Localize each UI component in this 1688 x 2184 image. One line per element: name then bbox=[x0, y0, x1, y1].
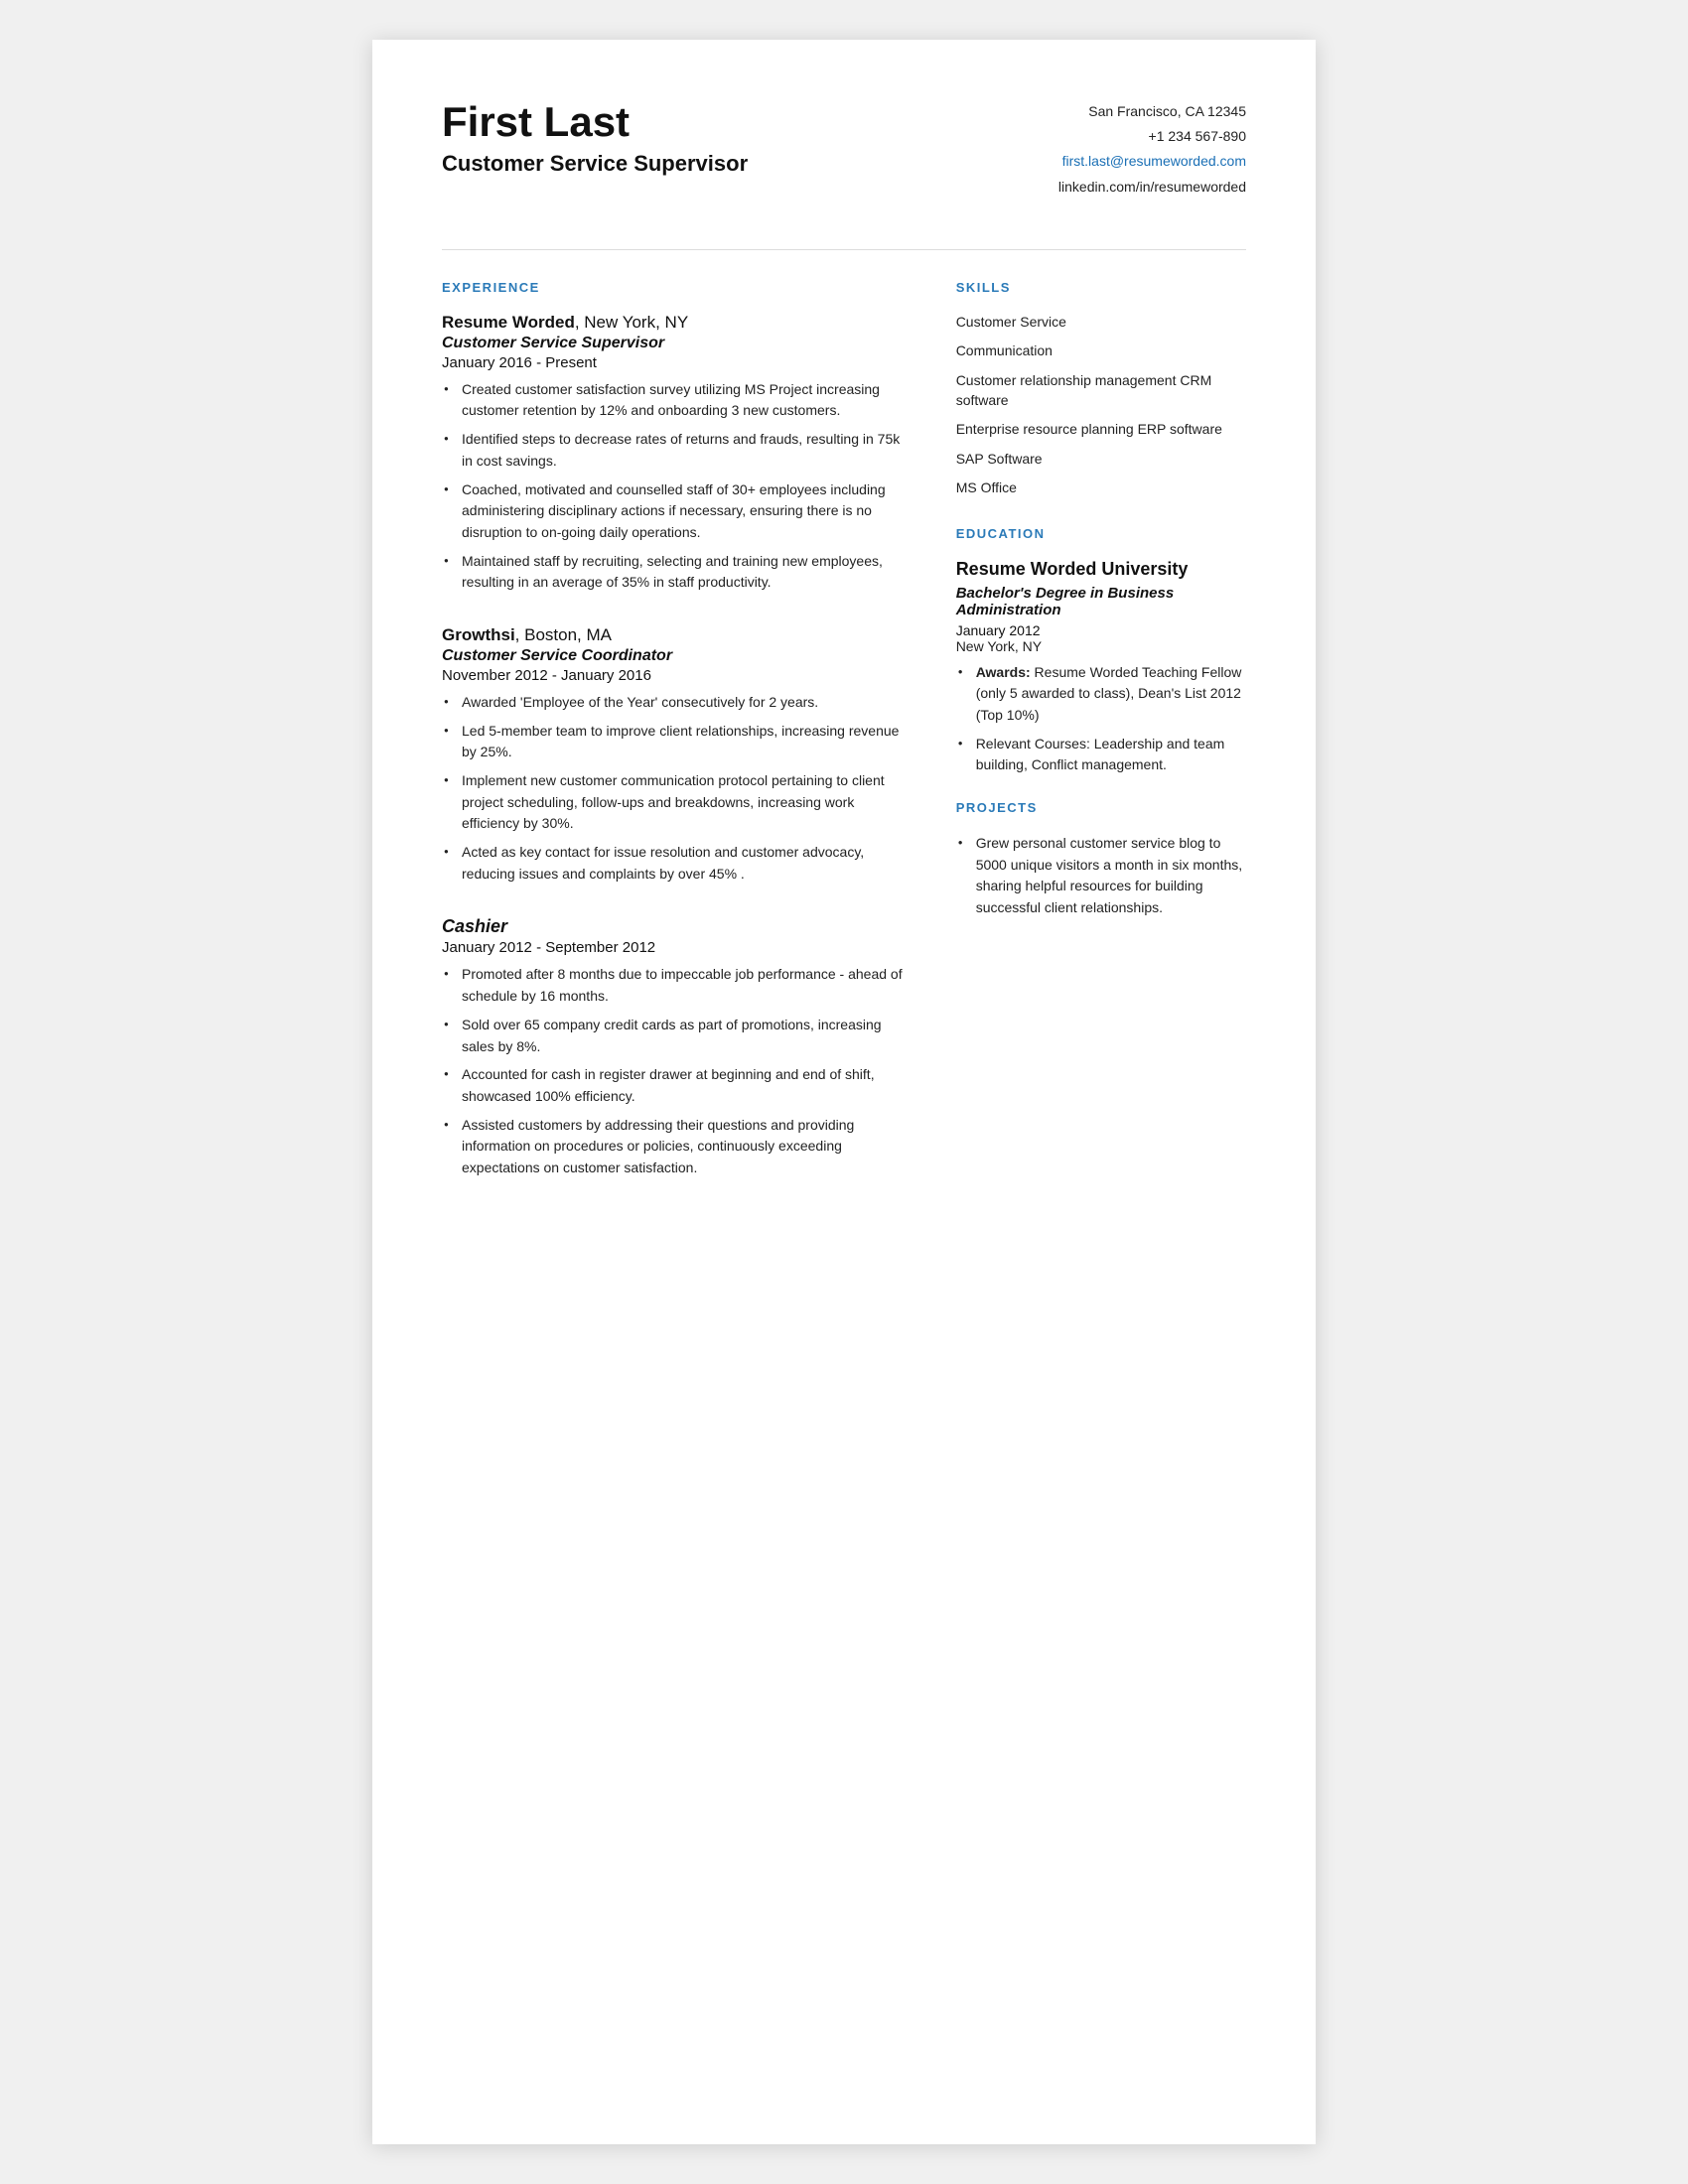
skill-item: MS Office bbox=[956, 478, 1246, 498]
linkedin: linkedin.com/in/resumeworded bbox=[1058, 175, 1246, 200]
role-2: Customer Service Coordinator bbox=[442, 647, 907, 665]
skill-item: Communication bbox=[956, 341, 1246, 361]
edu-bullets: Awards: Resume Worded Teaching Fellow (o… bbox=[956, 662, 1246, 776]
applicant-title: Customer Service Supervisor bbox=[442, 151, 748, 177]
bullet-item: Coached, motivated and counselled staff … bbox=[442, 479, 907, 544]
dates-2: November 2012 - January 2016 bbox=[442, 667, 907, 684]
skill-item: Customer Service bbox=[956, 313, 1246, 333]
education-section: EDUCATION Resume Worded University Bache… bbox=[956, 526, 1246, 776]
right-column: SKILLS Customer Service Communication Cu… bbox=[956, 280, 1246, 1211]
bullet-item: Accounted for cash in register drawer at… bbox=[442, 1064, 907, 1107]
dates-1: January 2016 - Present bbox=[442, 354, 907, 371]
bullet-item: Implement new customer communication pro… bbox=[442, 770, 907, 835]
bullets-3: Promoted after 8 months due to impeccabl… bbox=[442, 964, 907, 1178]
dates-3: January 2012 - September 2012 bbox=[442, 939, 907, 956]
projects-section-title: PROJECTS bbox=[956, 800, 1246, 815]
phone: +1 234 567-890 bbox=[1058, 124, 1246, 149]
edu-bullet-item: Awards: Resume Worded Teaching Fellow (o… bbox=[956, 662, 1246, 727]
project-bullet-item: Grew personal customer service blog to 5… bbox=[956, 833, 1246, 919]
bullets-1: Created customer satisfaction survey uti… bbox=[442, 379, 907, 594]
skill-item: Enterprise resource planning ERP softwar… bbox=[956, 420, 1246, 440]
bullets-2: Awarded 'Employee of the Year' consecuti… bbox=[442, 692, 907, 886]
applicant-name: First Last bbox=[442, 99, 748, 145]
edu-bullet-item: Relevant Courses: Leadership and team bu… bbox=[956, 734, 1246, 776]
skill-item: SAP Software bbox=[956, 450, 1246, 470]
skills-section-title: SKILLS bbox=[956, 280, 1246, 295]
email-link[interactable]: first.last@resumeworded.com bbox=[1058, 149, 1246, 174]
left-column: EXPERIENCE Resume Worded, New York, NY C… bbox=[442, 280, 907, 1211]
bullet-item: Assisted customers by addressing their q… bbox=[442, 1115, 907, 1179]
role-3: Cashier bbox=[442, 916, 907, 937]
company-name-2: Growthsi, Boston, MA bbox=[442, 625, 907, 645]
experience-section-title: EXPERIENCE bbox=[442, 280, 907, 295]
resume-page: First Last Customer Service Supervisor S… bbox=[372, 40, 1316, 2144]
role-1: Customer Service Supervisor bbox=[442, 335, 907, 352]
header-contact: San Francisco, CA 12345 +1 234 567-890 f… bbox=[1058, 99, 1246, 200]
bullet-item: Acted as key contact for issue resolutio… bbox=[442, 842, 907, 885]
projects-bullets: Grew personal customer service blog to 5… bbox=[956, 833, 1246, 919]
awards-label: Awards: bbox=[976, 664, 1031, 680]
experience-entry-1: Resume Worded, New York, NY Customer Ser… bbox=[442, 313, 907, 594]
education-section-title: EDUCATION bbox=[956, 526, 1246, 541]
header-divider bbox=[442, 249, 1246, 250]
address: San Francisco, CA 12345 bbox=[1058, 99, 1246, 124]
skills-section: SKILLS Customer Service Communication Cu… bbox=[956, 280, 1246, 498]
experience-entry-3: Cashier January 2012 - September 2012 Pr… bbox=[442, 916, 907, 1178]
edu-degree: Bachelor's Degree in Business Administra… bbox=[956, 585, 1246, 618]
experience-entry-2: Growthsi, Boston, MA Customer Service Co… bbox=[442, 625, 907, 886]
edu-school: Resume Worded University bbox=[956, 559, 1246, 581]
bullet-item: Created customer satisfaction survey uti… bbox=[442, 379, 907, 422]
company-name-1: Resume Worded, New York, NY bbox=[442, 313, 907, 333]
resume-header: First Last Customer Service Supervisor S… bbox=[442, 99, 1246, 200]
header-left: First Last Customer Service Supervisor bbox=[442, 99, 748, 177]
resume-content: EXPERIENCE Resume Worded, New York, NY C… bbox=[442, 280, 1246, 1211]
bullet-item: Sold over 65 company credit cards as par… bbox=[442, 1015, 907, 1057]
bullet-item: Promoted after 8 months due to impeccabl… bbox=[442, 964, 907, 1007]
skill-item: Customer relationship management CRM sof… bbox=[956, 371, 1246, 410]
bullet-item: Awarded 'Employee of the Year' consecuti… bbox=[442, 692, 907, 714]
bullet-item: Maintained staff by recruiting, selectin… bbox=[442, 551, 907, 594]
edu-date: January 2012 bbox=[956, 622, 1246, 638]
projects-section: PROJECTS Grew personal customer service … bbox=[956, 800, 1246, 919]
bullet-item: Led 5-member team to improve client rela… bbox=[442, 721, 907, 763]
edu-location: New York, NY bbox=[956, 638, 1246, 654]
bullet-item: Identified steps to decrease rates of re… bbox=[442, 429, 907, 472]
